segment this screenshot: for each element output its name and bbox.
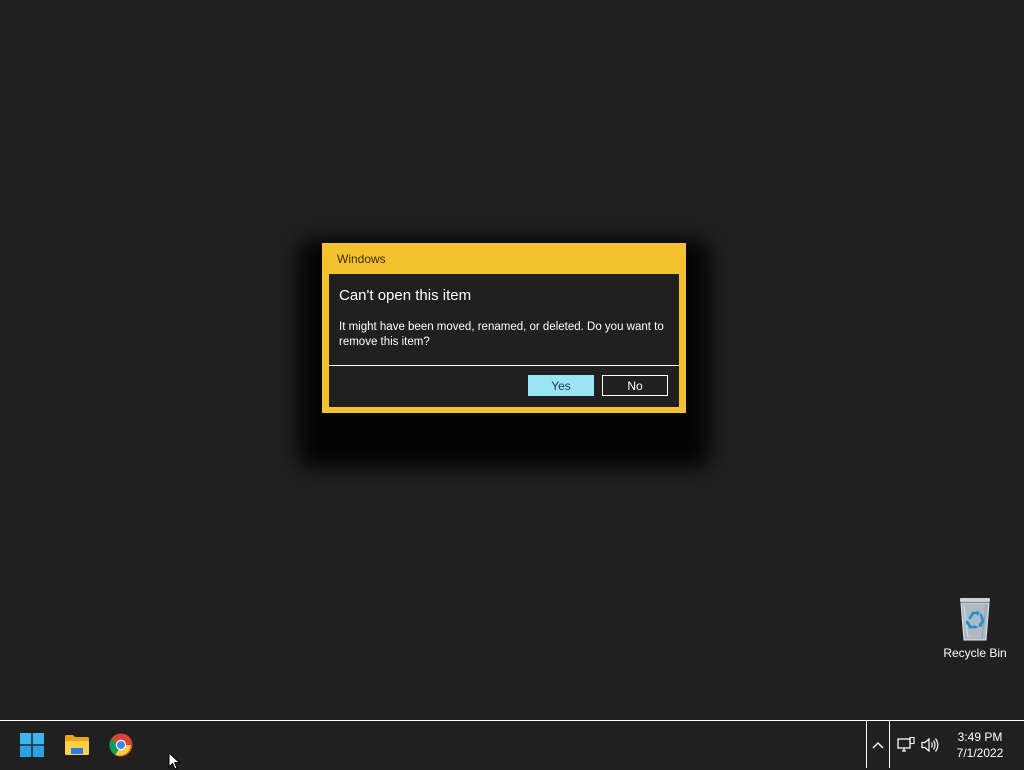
clock-time: 3:49 PM bbox=[957, 730, 1003, 744]
recycle-bin-shortcut[interactable]: Recycle Bin bbox=[940, 596, 1010, 660]
message-dialog: Windows Can't open this item It might ha… bbox=[322, 243, 686, 413]
volume-tray-button[interactable] bbox=[920, 735, 940, 755]
network-tray-button[interactable] bbox=[896, 735, 916, 755]
network-icon bbox=[897, 737, 915, 752]
no-button[interactable]: No bbox=[602, 375, 668, 396]
show-hidden-icons-button[interactable] bbox=[866, 721, 890, 768]
dialog-body: Can't open this item It might have been … bbox=[329, 274, 679, 407]
dialog-title: Windows bbox=[337, 252, 386, 266]
taskbar-clock[interactable]: 3:49 PM 7/1/2022 bbox=[948, 729, 1012, 761]
desktop: Windows Can't open this item It might ha… bbox=[0, 0, 1024, 720]
dialog-heading: Can't open this item bbox=[339, 287, 472, 304]
dialog-divider bbox=[329, 365, 679, 366]
taskbar: 3:49 PM 7/1/2022 bbox=[0, 720, 1024, 768]
folder-icon bbox=[65, 735, 89, 755]
yes-button[interactable]: Yes bbox=[528, 375, 594, 396]
chrome-button[interactable] bbox=[105, 729, 137, 761]
clock-date: 7/1/2022 bbox=[956, 746, 1004, 760]
chevron-up-icon bbox=[872, 741, 884, 748]
recycle-bin-label: Recycle Bin bbox=[943, 646, 1007, 660]
volume-icon bbox=[921, 737, 939, 753]
file-explorer-button[interactable] bbox=[61, 729, 93, 761]
chrome-icon bbox=[109, 733, 133, 757]
start-button[interactable] bbox=[16, 729, 48, 761]
recycle-bin-icon bbox=[960, 598, 990, 641]
mouse-cursor-icon bbox=[168, 752, 181, 770]
dialog-message: It might have been moved, renamed, or de… bbox=[339, 321, 664, 348]
windows-logo-icon bbox=[20, 733, 44, 757]
